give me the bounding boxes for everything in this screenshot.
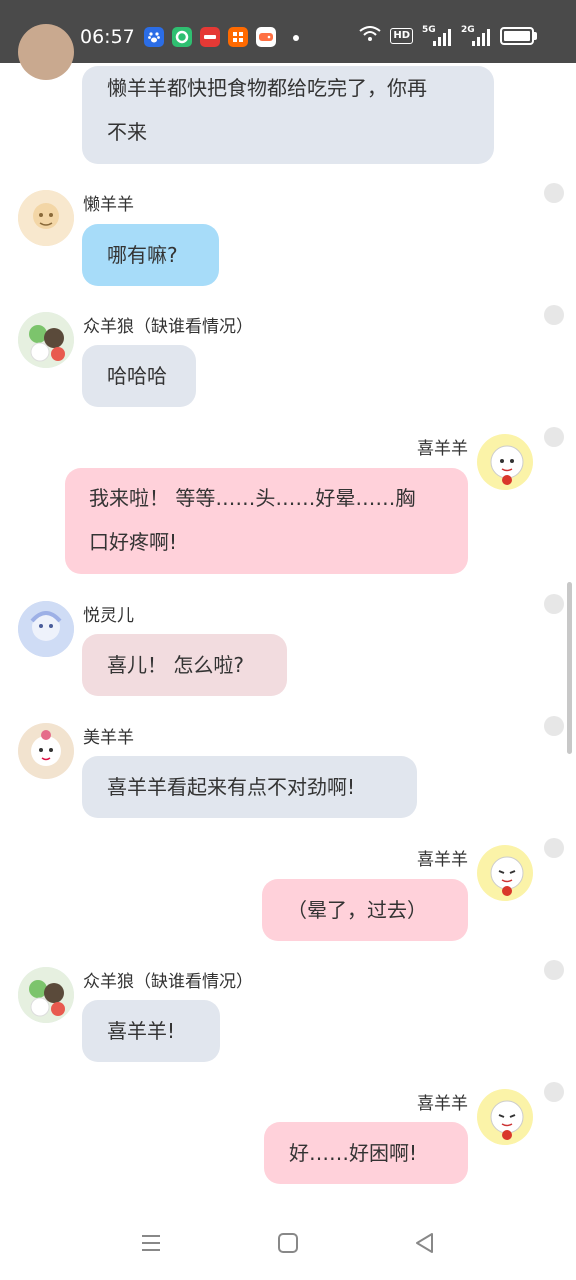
message-text: 喜儿！ 怎么啦?: [107, 653, 244, 677]
avatar[interactable]: [18, 312, 74, 368]
message-text-line: 不来: [107, 120, 147, 144]
select-radio[interactable]: [544, 427, 564, 447]
message-bubble[interactable]: 喜羊羊!: [82, 1000, 220, 1062]
message-text: 哪有嘛?: [107, 243, 178, 267]
select-radio[interactable]: [544, 305, 564, 325]
message-bubble[interactable]: 我来啦！ 等等……头……好晕……胸 口好疼啊!: [65, 468, 468, 574]
hd-badge: HD: [390, 28, 413, 44]
avatar[interactable]: [477, 1089, 533, 1145]
speaker-name: 美羊羊: [83, 728, 134, 748]
message-text-line: 我来啦！ 等等……头……好晕……胸: [89, 486, 416, 510]
message-bubble[interactable]: 喜儿！ 怎么啦?: [82, 634, 287, 696]
speaker-name: 喜羊羊: [417, 439, 468, 459]
signal-2g-icon: 2G: [461, 26, 491, 46]
back-triangle-icon[interactable]: [414, 1232, 438, 1256]
avatar[interactable]: [18, 601, 74, 657]
speaker-name: 众羊狼（缺谁看情况）: [83, 972, 253, 992]
message-text: 好……好困啊!: [289, 1141, 418, 1165]
status-time: 06:57: [80, 26, 135, 48]
speaker-name: 众羊狼（缺谁看情况）: [83, 317, 253, 337]
speaker-name: 悦灵儿: [83, 606, 134, 626]
message-bubble[interactable]: 好……好困啊!: [264, 1122, 468, 1184]
battery-icon: [500, 27, 537, 45]
select-radio[interactable]: [544, 1082, 564, 1102]
system-status-icons: HD 5G 2G: [359, 26, 537, 46]
taobao-app-icon: [228, 27, 248, 47]
message-bubble[interactable]: 哪有嘛?: [82, 224, 219, 286]
more-notifications-dot: [293, 35, 299, 41]
status-bar: 06:57 HD 5G 2G: [0, 0, 576, 63]
message-text: （晕了，过去）: [287, 898, 427, 922]
message-text-line: 口好疼啊!: [89, 530, 178, 554]
select-radio[interactable]: [544, 960, 564, 980]
speaker-name: 喜羊羊: [417, 850, 468, 870]
news-app-icon: [200, 27, 220, 47]
avatar[interactable]: [477, 434, 533, 490]
game-app-icon: [256, 27, 276, 47]
green-circle-app-icon: [172, 27, 192, 47]
speaker-name: 喜羊羊: [417, 1094, 468, 1114]
baidu-paw-icon: [144, 27, 164, 47]
wifi-icon: [359, 26, 381, 46]
message-bubble[interactable]: 喜羊羊看起来有点不对劲啊!: [82, 756, 417, 818]
notification-icons: [144, 27, 276, 47]
avatar[interactable]: [18, 723, 74, 779]
avatar[interactable]: [18, 24, 74, 80]
message-text-line: 懒羊羊都快把食物都给吃完了，你再: [107, 76, 427, 100]
message-bubble[interactable]: 哈哈哈: [82, 345, 196, 407]
avatar[interactable]: [477, 845, 533, 901]
message-bubble[interactable]: 懒羊羊都快把食物都给吃完了，你再 不来: [82, 66, 494, 164]
navigation-bar: [0, 1205, 576, 1280]
message-text: 哈哈哈: [107, 364, 167, 388]
home-square-icon[interactable]: [277, 1232, 301, 1256]
avatar[interactable]: [18, 190, 74, 246]
select-radio[interactable]: [544, 716, 564, 736]
select-radio[interactable]: [544, 838, 564, 858]
message-text: 喜羊羊看起来有点不对劲啊!: [107, 775, 356, 799]
message-text: 喜羊羊!: [107, 1019, 176, 1043]
select-radio[interactable]: [544, 594, 564, 614]
avatar[interactable]: [18, 967, 74, 1023]
scrollbar[interactable]: [567, 582, 572, 754]
signal-5g-icon: 5G: [422, 26, 452, 46]
menu-icon[interactable]: [140, 1232, 164, 1256]
select-radio[interactable]: [544, 183, 564, 203]
speaker-name: 懒羊羊: [83, 195, 134, 215]
message-bubble[interactable]: （晕了，过去）: [262, 879, 468, 941]
